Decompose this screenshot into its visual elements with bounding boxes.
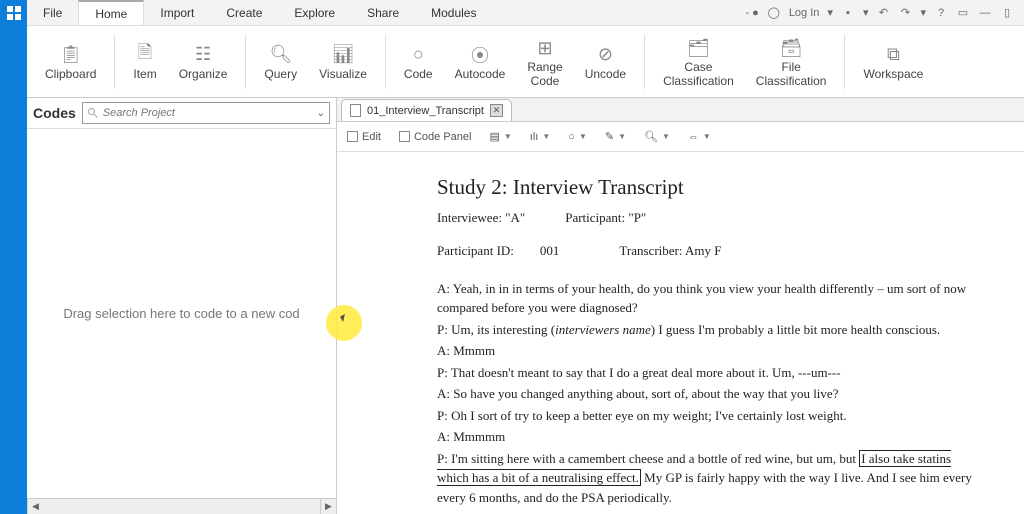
scroll-right-icon[interactable]: ▶ (320, 499, 336, 514)
participant-label: Participant: "P" (565, 208, 646, 228)
transcript-line: A: Mmmmm (437, 427, 984, 447)
ribbon-clipboard[interactable]: 📋︎Clipboard (35, 40, 106, 83)
ribbon-autocode[interactable]: ⦿Autocode (445, 40, 516, 83)
document-panel: 01_Interview_Transcript ✕ Edit Code Pane… (337, 98, 1024, 514)
circle-icon: ○ (568, 131, 575, 143)
cursor-highlight-icon (326, 305, 362, 341)
zoom-dropdown[interactable]: 🔍︎▼ (644, 130, 670, 143)
interviewee-label: Interviewee: "A" (437, 208, 525, 228)
sync-status-icon: - ● (745, 7, 758, 19)
stripes-icon: ılı (530, 131, 539, 143)
menu-share[interactable]: Share (351, 0, 415, 25)
rangecode-icon: ⊞ (537, 35, 552, 61)
link-icon: ⇔ (688, 131, 699, 143)
close-window-icon[interactable]: ▯ (1000, 6, 1014, 20)
document-tabs: 01_Interview_Transcript ✕ (337, 98, 1024, 122)
menubar-right: - ● ◯ Log In ▾ ▪ ▾ ↶ ↷ ▾ ? ▭ — ▯ (745, 0, 1024, 25)
ribbon-item[interactable]: 🗎Item (123, 40, 166, 83)
fileclass-icon: 🗃︎ (780, 35, 803, 61)
scroll-left-icon[interactable]: ◀ (27, 499, 43, 514)
ribbon-workspace[interactable]: ⧉Workspace (853, 40, 933, 83)
transcript-line: A: So have you changed anything about, s… (437, 384, 984, 404)
window-control-icon[interactable]: ▭ (956, 6, 970, 20)
query-icon: 🔍︎ (269, 42, 292, 68)
caseclass-icon: 🗂︎ (687, 35, 710, 61)
organize-icon: ☷ (195, 42, 211, 68)
codes-title: Codes (33, 105, 76, 121)
uncode-icon: ⊘ (598, 42, 613, 68)
annotation-dropdown[interactable]: ✎▼ (605, 130, 626, 143)
ribbon-rangecode[interactable]: ⊞Range Code (517, 33, 572, 89)
app-logo-icon (7, 6, 21, 20)
transcript-line: P: I'm sitting here with a camembert che… (437, 449, 984, 508)
ribbon: 📋︎Clipboard 🗎Item ☷Organize 🔍︎Query 📊︎Vi… (27, 26, 1024, 98)
layout-dropdown[interactable]: ▤▼ (489, 130, 511, 143)
doc-title: Study 2: Interview Transcript (437, 172, 984, 204)
login-button[interactable]: Log In (789, 7, 820, 19)
transcript-line: A: Yeah, in in in terms of your health, … (437, 279, 984, 318)
search-icon (87, 107, 99, 119)
pen-icon: ✎ (605, 130, 614, 143)
ribbon-organize[interactable]: ☷Organize (169, 40, 238, 83)
document-icon (350, 104, 361, 117)
transcriber-label: Transcriber: Amy F (619, 241, 721, 261)
chevron-down-icon[interactable]: ⌄ (317, 108, 325, 119)
transcript-line: A: Mmmm (437, 341, 984, 361)
workspace-icon: ⧉ (887, 42, 900, 68)
app-sidebar (0, 0, 27, 514)
tab-label: 01_Interview_Transcript (367, 105, 484, 117)
tab-interview-transcript[interactable]: 01_Interview_Transcript ✕ (341, 99, 512, 121)
menu-bar: File Home Import Create Explore Share Mo… (27, 0, 1024, 26)
edit-toggle[interactable]: Edit (347, 131, 381, 143)
zoom-icon: 🔍︎ (644, 130, 658, 143)
document-toolbar: Edit Code Panel ▤▼ ılı▼ ○▼ ✎▼ 🔍︎▼ ⇔▼ (337, 122, 1024, 152)
redo-icon[interactable]: ↷ (898, 6, 912, 20)
user-icon: ◯ (767, 6, 781, 20)
codes-hscroll[interactable]: ◀ ▶ (27, 498, 336, 514)
search-field[interactable] (103, 107, 325, 119)
stripes-dropdown[interactable]: ılı▼ (530, 131, 550, 143)
document-body[interactable]: Study 2: Interview Transcript Interviewe… (337, 152, 1024, 514)
menu-create[interactable]: Create (210, 0, 278, 25)
ribbon-caseclassification[interactable]: 🗂︎Case Classification (653, 33, 744, 89)
help-icon[interactable]: ? (934, 6, 948, 20)
codepanel-toggle[interactable]: Code Panel (399, 131, 472, 143)
menu-file[interactable]: File (27, 0, 78, 25)
save-icon[interactable]: ▪ (841, 6, 855, 20)
menu-modules[interactable]: Modules (415, 0, 492, 25)
search-project-input[interactable]: ⌄ (82, 102, 330, 124)
layout-icon: ▤ (489, 130, 499, 143)
ribbon-fileclassification[interactable]: 🗃︎File Classification (746, 33, 837, 89)
ribbon-query[interactable]: 🔍︎Query (254, 40, 307, 83)
dropzone-hint: Drag selection here to code to a new cod (63, 306, 299, 321)
link-dropdown[interactable]: ⇔▼ (688, 131, 711, 143)
transcript-line: P: Um, its interesting (interviewers nam… (437, 320, 984, 340)
pid-value: 001 (540, 243, 560, 258)
transcript-line: P: That doesn't meant to say that I do a… (437, 363, 984, 383)
transcript-line: A: Mmmmm (437, 509, 984, 514)
transcript-line: P: Oh I sort of try to keep a better eye… (437, 406, 984, 426)
ribbon-code[interactable]: ○Code (394, 40, 443, 83)
minimize-icon[interactable]: — (978, 6, 992, 20)
highlight-dropdown[interactable]: ○▼ (568, 131, 587, 143)
pid-label: Participant ID: (437, 243, 514, 258)
autocode-icon: ⦿ (471, 42, 489, 68)
codes-panel: Codes ⌄ Drag selection here to code to a… (27, 98, 337, 514)
codes-dropzone[interactable]: Drag selection here to code to a new cod (27, 129, 336, 498)
ribbon-visualize[interactable]: 📊︎Visualize (309, 40, 377, 83)
item-icon: 🗎 (138, 42, 152, 68)
clipboard-icon: 📋︎ (59, 42, 82, 68)
menu-home[interactable]: Home (78, 0, 144, 25)
menu-import[interactable]: Import (144, 0, 210, 25)
undo-icon[interactable]: ↶ (876, 6, 890, 20)
ribbon-uncode[interactable]: ⊘Uncode (575, 40, 636, 83)
visualize-icon: 📊︎ (332, 42, 355, 68)
menu-explore[interactable]: Explore (278, 0, 351, 25)
code-icon: ○ (413, 42, 424, 68)
tab-close-icon[interactable]: ✕ (490, 104, 503, 117)
